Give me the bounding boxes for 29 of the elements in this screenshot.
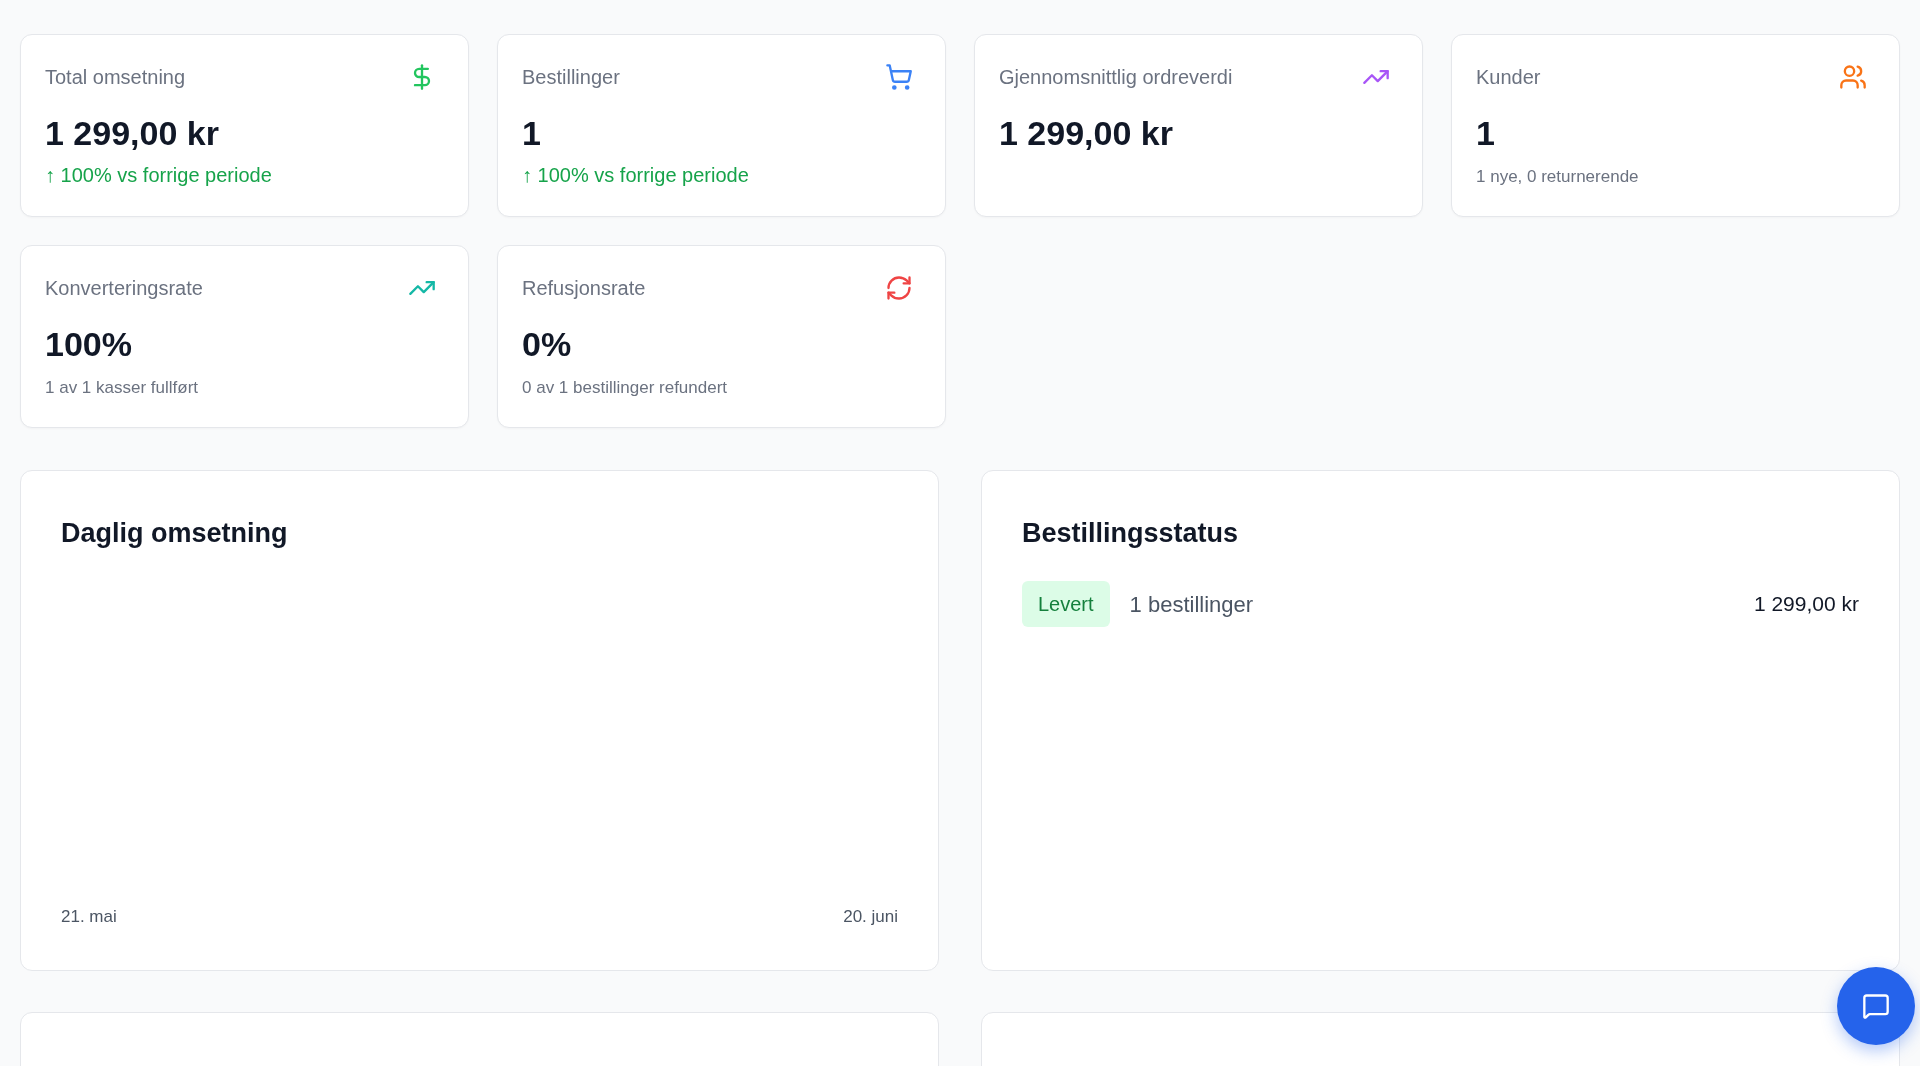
axis-label: 21. mai <box>61 906 117 928</box>
trend-text: ↑ 100% vs forrige periode <box>45 163 272 188</box>
order-count: 1 bestillinger <box>1129 590 1254 619</box>
metric-label: Total omsetning <box>45 65 186 90</box>
metric-label: Refusjonsrate <box>522 276 646 301</box>
trend-text: ↑ 100% vs forrige periode <box>522 163 749 188</box>
card-title: Daglig omsetning <box>61 517 288 550</box>
metric-note: 1 nye, 0 returnerende <box>1476 166 1639 188</box>
metric-label: Konverteringsrate <box>45 276 203 301</box>
card-title: Bestillingsstatus <box>1022 517 1239 550</box>
refresh-icon <box>885 274 913 302</box>
metric-value: 1 <box>522 113 541 153</box>
shopping-cart-icon <box>885 63 913 91</box>
metric-label: Gjennomsnittlig ordreverdi <box>999 65 1233 90</box>
status-badge: Levert <box>1022 581 1110 627</box>
metric-value: 0% <box>522 324 572 364</box>
users-icon <box>1839 63 1867 91</box>
metric-value: 100% <box>45 324 132 364</box>
axis-label: 20. juni <box>843 906 898 928</box>
order-amount: 1 299,00 kr <box>1753 591 1859 618</box>
chat-icon <box>1862 992 1890 1020</box>
metric-value: 1 <box>1476 113 1495 153</box>
metric-note: 0 av 1 bestillinger refundert <box>522 377 728 399</box>
metric-label: Bestillinger <box>522 65 620 90</box>
metric-value: 1 299,00 kr <box>45 113 219 153</box>
metric-note: 1 av 1 kasser fullført <box>45 377 199 399</box>
metric-value: 1 299,00 kr <box>999 113 1173 153</box>
chat-button[interactable] <box>1837 967 1915 1045</box>
metric-label: Kunder <box>1476 65 1541 90</box>
